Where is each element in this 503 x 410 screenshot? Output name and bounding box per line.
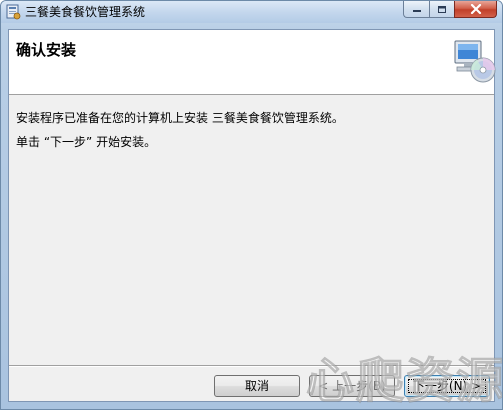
next-button[interactable]: 下一步(N) > [404,375,490,397]
window-title: 三餐美食餐饮管理系统 [25,5,146,19]
footer-divider [9,365,494,367]
install-ready-text: 安装程序已准备在您的计算机上安装 三餐美食餐饮管理系统。 [16,111,344,125]
title-bar[interactable]: 三餐美食餐饮管理系统 [1,1,502,23]
maximize-icon [438,5,446,13]
close-button[interactable] [454,1,497,18]
maximize-button[interactable] [429,1,454,18]
minimize-icon [412,10,421,12]
caption-buttons [403,1,497,19]
cancel-button[interactable]: 取消 [214,375,300,397]
back-button[interactable]: < 上一步(B) [309,375,395,397]
dialog-client-area: 确认安装 安装程序已准备在您的计算机上安装 三餐美食餐饮管理系统。 单击 “下一… [8,29,496,402]
page-title: 确认安装 [16,41,77,59]
minimize-button[interactable] [403,1,429,18]
computer-cd-icon [454,40,496,83]
installer-icon [6,4,21,20]
focus-rect [408,379,486,393]
instruction-text: 单击 “下一步” 开始安装。 [16,135,157,149]
installer-window: 三餐美食餐饮管理系统 确认安装 安装程序已准备在您的计算机上安装 三餐美食餐饮管… [0,0,503,410]
header-banner: 确认安装 [9,30,496,95]
close-icon [470,4,481,14]
